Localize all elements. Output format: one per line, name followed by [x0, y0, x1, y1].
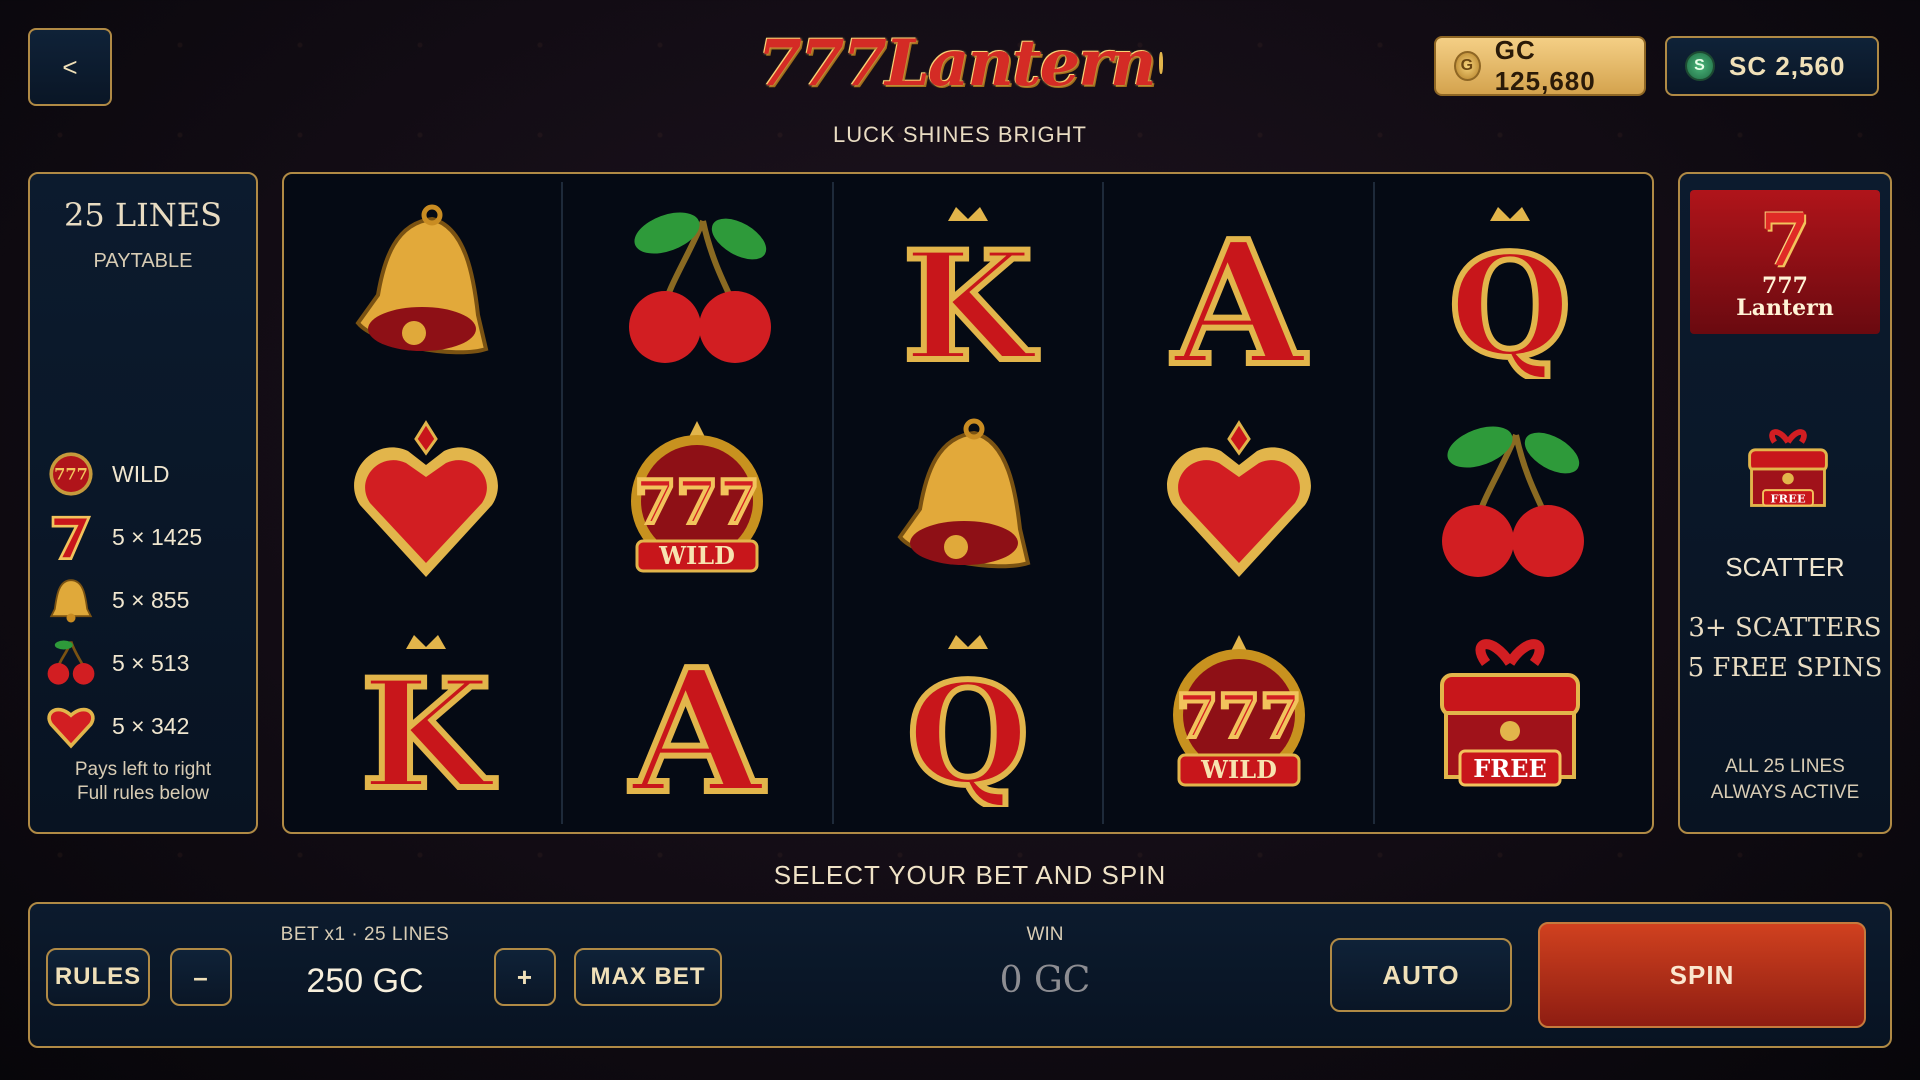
svg-text:FREE: FREE [1770, 492, 1806, 506]
scatter-label: SCATTER [1725, 552, 1845, 582]
svg-text:A: A [629, 632, 765, 807]
reel-window[interactable]: K 777 WILD A K Q A 777 WILD Q FREE [282, 172, 1654, 834]
wild-777-icon: 777 WILD [563, 396, 832, 610]
lines-title: 25 LINES [63, 196, 223, 234]
bet-value: 250 GC [306, 962, 424, 1000]
back-button[interactable]: < [28, 28, 112, 106]
lines-info: ALL 25 LINES ALWAYS ACTIVE [1680, 754, 1890, 806]
reel-4: A 777 WILD [1104, 182, 1376, 824]
paytable-footer-line: Pays left to right [74, 759, 212, 780]
svg-text:777: 777 [1176, 682, 1301, 752]
gold-coin-icon: G [1454, 51, 1481, 81]
bell-icon [44, 573, 98, 627]
svg-text:A: A [1171, 204, 1307, 379]
ace-icon: A [563, 610, 832, 824]
gold-coin-balance[interactable]: G GC 125,680 [1434, 35, 1646, 96]
scatter-chest-icon: FREE [1740, 419, 1836, 519]
tagline: LUCK SHINES BRIGHT [833, 122, 1087, 147]
wild-777-icon: 777 WILD [1104, 610, 1373, 824]
logo-text: 777Lantern [757, 25, 1156, 101]
scatter-description: 3+ SCATTERS 5 FREE SPINS [1680, 608, 1890, 688]
sweeps-coin-balance[interactable]: S SC 2,560 [1665, 36, 1879, 96]
bet-prompt: SELECT YOUR BET AND SPIN [773, 860, 1167, 890]
control-bar: RULES – BET x1 · 25 LINES 250 GC + MAX B… [28, 902, 1892, 1048]
svg-text:K: K [903, 219, 1038, 379]
win-header: WIN [1026, 924, 1064, 945]
svg-text:WILD: WILD [1200, 755, 1277, 784]
wild-777-icon: 777 [44, 447, 98, 501]
paytable-footer: Pays left to right Full rules below [30, 758, 256, 806]
auto-spin-button[interactable]: AUTO [1330, 938, 1512, 1012]
king-icon: K [292, 610, 561, 824]
svg-text:777: 777 [54, 464, 88, 483]
gold-coin-balance-text: GC 125,680 [1494, 35, 1596, 96]
reel-grid: K 777 WILD A K Q A 777 WILD Q FREE [292, 182, 1644, 824]
side-logo-seven: 7 [1759, 197, 1811, 282]
svg-text:FREE: FREE [1473, 754, 1547, 783]
heart-gem-icon [292, 396, 561, 610]
paytable-row-bell: 5 × 855 [44, 570, 189, 630]
queen-icon: Q [1375, 182, 1644, 396]
paytable-row-heart: 5 × 342 [44, 696, 189, 756]
paytable-row-cherry: 5 × 513 [44, 633, 189, 693]
info-panel: 7 777 Lantern FREE SCATTER 3+ SCATTERS 5… [1678, 172, 1892, 834]
seven-icon [44, 510, 98, 564]
sweeps-coin-balance-text: SC 2,560 [1729, 50, 1846, 81]
bell-icon [292, 182, 561, 396]
paytable-text: 5 × 1425 [112, 523, 203, 550]
svg-text:WILD: WILD [658, 541, 735, 570]
reel-2: 777 WILD A [563, 182, 834, 824]
paytable-footer-line: Full rules below [77, 783, 209, 804]
paytable-row-wild: 777 WILD [44, 444, 170, 504]
side-logo-777: 777 [1762, 273, 1808, 299]
paytable-row-seven: 5 × 1425 [44, 507, 202, 567]
rules-button[interactable]: RULES [46, 948, 150, 1006]
reel-3: KQ [834, 182, 1105, 824]
lines-info-line: ALWAYS ACTIVE [1710, 782, 1860, 803]
side-logo: 7 777 Lantern [1690, 190, 1880, 334]
heart-gem-icon [1104, 396, 1373, 610]
reel-1: K [292, 182, 563, 824]
bell-icon [834, 396, 1103, 610]
reel-5: Q FREE [1375, 182, 1644, 824]
lantern-icon [1158, 52, 1163, 74]
paytable-text: 5 × 342 [112, 712, 190, 739]
lines-info-line: ALL 25 LINES [1725, 756, 1845, 777]
game-logo: 777Lantern [757, 18, 1163, 108]
king-icon: K [834, 182, 1103, 396]
free-chest-icon: FREE [1375, 610, 1644, 824]
max-bet-button[interactable]: MAX BET [574, 948, 722, 1006]
scatter-desc-line: 3+ SCATTERS [1688, 613, 1882, 643]
bet-header: BET x1 · 25 LINES [280, 924, 450, 945]
ace-icon: A [1104, 182, 1373, 396]
paytable-text: 5 × 513 [112, 649, 190, 676]
cherry-icon [1375, 396, 1644, 610]
cherry-icon [44, 636, 98, 690]
queen-icon: Q [834, 610, 1103, 824]
scatter-desc-line: 5 FREE SPINS [1687, 653, 1883, 683]
svg-text:Q: Q [1449, 225, 1571, 379]
side-logo-lantern: Lantern [1736, 295, 1834, 321]
sweeps-coin-icon: S [1685, 51, 1715, 81]
cherry-icon [563, 182, 832, 396]
paytable-panel: 25 LINES PAYTABLE 777 WILD 5 × 1425 5 × … [28, 172, 258, 834]
svg-text:K: K [361, 647, 496, 807]
increase-bet-button[interactable]: + [494, 948, 556, 1006]
svg-text:777: 777 [635, 468, 760, 538]
paytable-label: PAYTABLE [93, 250, 193, 272]
spin-button[interactable]: SPIN [1538, 922, 1866, 1028]
svg-text:Q: Q [907, 653, 1029, 807]
decrease-bet-button[interactable]: – [170, 948, 232, 1006]
win-value: 0 GC [999, 960, 1091, 1001]
heart-gem-icon [44, 699, 98, 753]
paytable-text: 5 × 855 [112, 586, 190, 613]
paytable-text: WILD [112, 460, 170, 487]
